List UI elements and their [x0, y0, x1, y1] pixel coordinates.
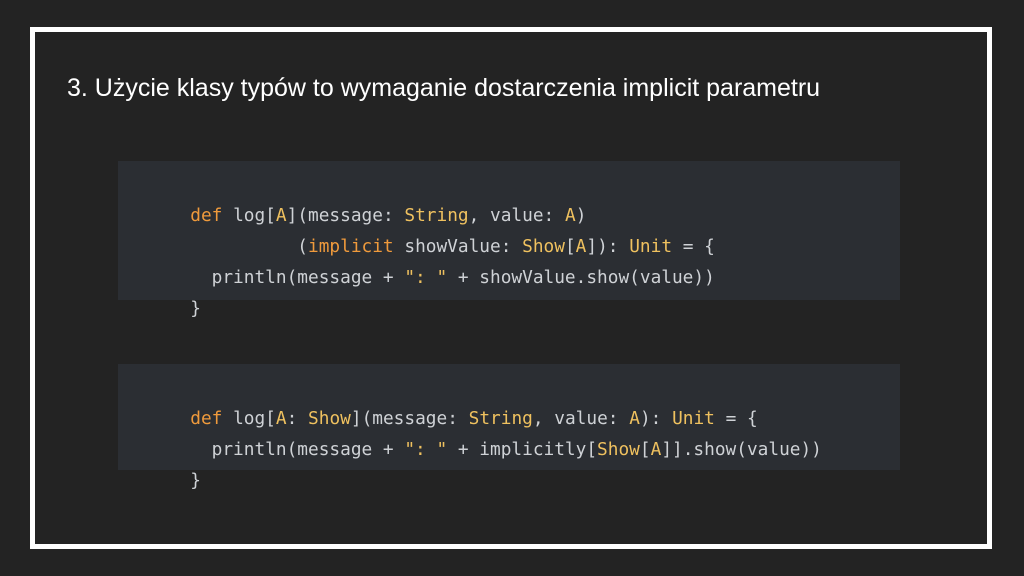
code-token: ) [575, 205, 587, 226]
code-token: showValue: [393, 236, 523, 257]
code-token: A [275, 205, 287, 226]
code-token: String [404, 205, 469, 226]
slide-title: 3. Użycie klasy typów to wymaganie dosta… [67, 74, 821, 102]
code-token: A [564, 205, 576, 226]
code-token: Show [522, 236, 565, 257]
code-token: A [575, 236, 587, 257]
code-token: def [190, 408, 223, 429]
code-token: } [190, 298, 201, 319]
code-token: + implicitly[ [447, 439, 598, 460]
code-token: ": " [404, 439, 448, 460]
code-token: log[ [222, 205, 276, 226]
code-token: , value: [468, 205, 565, 226]
code-token: , value: [532, 408, 630, 429]
code-token: Unit [672, 408, 715, 429]
code-line: def log[A: Show](message: String, value:… [126, 372, 900, 429]
code-block-context-bound: def log[A: Show](message: String, value:… [118, 364, 900, 491]
slide: 3. Użycie klasy typów to wymaganie dosta… [0, 0, 1024, 576]
code-token: [ [564, 236, 576, 257]
code-token: ](message: [286, 205, 405, 226]
code-token: ": " [404, 267, 448, 288]
code-token: ]].show(value)) [661, 439, 822, 460]
code-token: A [629, 408, 640, 429]
code-line: def log[A](message: String, value: A) [126, 169, 900, 226]
code-token: = { [672, 236, 715, 257]
code-token: println(message + [190, 267, 405, 288]
code-token: def [190, 205, 223, 226]
code-token: Show [308, 408, 351, 429]
code-token: ]): [586, 236, 630, 257]
code-token: : [286, 408, 309, 429]
code-token: ( [190, 236, 308, 257]
code-token: ): [639, 408, 673, 429]
code-token: Show [597, 439, 640, 460]
code-token: Unit [629, 236, 673, 257]
code-token: log[ [222, 408, 276, 429]
code-token: A [275, 408, 287, 429]
code-block-implicit-parameter: def log[A](message: String, value: A) (i… [118, 161, 900, 319]
code-token: = { [714, 408, 758, 429]
code-token: implicit [308, 236, 394, 257]
code-token: } [190, 470, 201, 491]
code-token: println(message + [190, 439, 405, 460]
code-token: String [468, 408, 533, 429]
code-token: [ [639, 439, 651, 460]
code-token: + showValue.show(value)) [447, 267, 715, 288]
code-token: A [650, 439, 662, 460]
code-token: ](message: [350, 408, 469, 429]
